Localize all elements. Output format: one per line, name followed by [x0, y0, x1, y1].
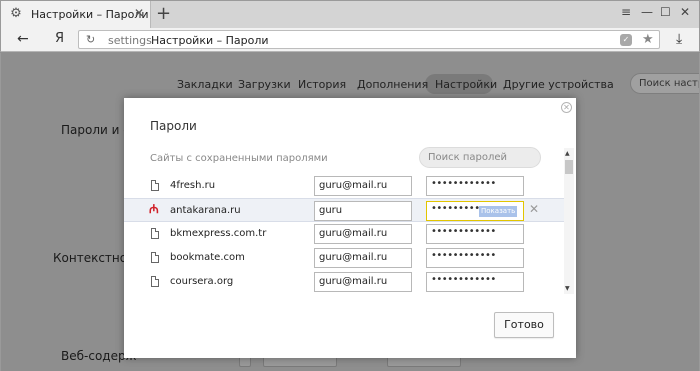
password-field[interactable]: •••••••••••• Показать: [426, 201, 524, 221]
page-icon: [151, 252, 159, 263]
protect-shield-icon[interactable]: ✓: [620, 34, 632, 46]
password-search-input[interactable]: Поиск паролей: [419, 147, 541, 168]
login-value: guru@mail.ru: [319, 180, 388, 191]
back-arrow-icon[interactable]: ←: [17, 31, 29, 47]
site-name: bookmate.com: [170, 252, 245, 263]
settings-search-placeholder: Поиск настро: [639, 78, 699, 89]
tab-settings-passwords[interactable]: ⚙ Настройки – Пароли ✕: [1, 1, 151, 29]
nav-addons[interactable]: Дополнения: [357, 78, 428, 91]
password-field[interactable]: ••••••••••••: [426, 176, 524, 196]
login-field[interactable]: guru@mail.ru: [314, 176, 412, 196]
password-row[interactable]: bookmate.com guru@mail.ru ••••••••••••: [124, 246, 564, 270]
site-name: 4fresh.ru: [170, 180, 216, 191]
address-page-title: Настройки – Пароли: [151, 34, 269, 47]
browser-toolbar: ← Я ↻ settings Настройки – Пароли ✓ ★ ⤓: [0, 28, 700, 52]
yandex-logo-icon[interactable]: Я: [55, 31, 64, 47]
login-value: guru@mail.ru: [319, 228, 388, 239]
login-field[interactable]: guru: [314, 201, 412, 221]
page-icon: [151, 180, 159, 191]
close-window-icon[interactable]: ✕: [680, 5, 690, 19]
site-name: bkmexpress.com.tr: [170, 228, 267, 239]
login-value: guru: [319, 205, 343, 216]
remove-icon[interactable]: ✕: [529, 202, 539, 216]
login-field[interactable]: guru@mail.ru: [314, 224, 412, 244]
password-list: 4fresh.ru guru@mail.ru •••••••••••• ₼ an…: [124, 174, 576, 292]
nav-other-devices[interactable]: Другие устройства: [503, 78, 614, 91]
nav-settings[interactable]: Настройки: [435, 78, 497, 91]
password-value: ••••••••••••: [431, 178, 496, 189]
password-field[interactable]: ••••••••••••: [426, 248, 524, 268]
password-value: ••••••••••••: [431, 226, 496, 237]
tab-title: Настройки – Пароли: [31, 8, 149, 21]
done-button[interactable]: Готово: [494, 312, 554, 338]
nav-history[interactable]: История: [298, 78, 346, 91]
password-row[interactable]: bkmexpress.com.tr guru@mail.ru •••••••••…: [124, 222, 564, 246]
dialog-subtitle: Сайты с сохраненными паролями: [150, 153, 328, 164]
dialog-close-icon[interactable]: ✕: [561, 102, 572, 113]
show-password-button[interactable]: Показать: [479, 206, 518, 217]
settings-search-input[interactable]: Поиск настро: [630, 73, 699, 94]
address-bar[interactable]: ↻ settings Настройки – Пароли ✓ ★: [78, 30, 660, 49]
minimize-icon[interactable]: —: [641, 5, 653, 19]
tab-strip: ⚙ Настройки – Пароли ✕ + ≡ — ☐ ✕: [0, 0, 700, 29]
nav-downloads[interactable]: Загрузки: [238, 78, 291, 91]
address-host: settings: [108, 34, 152, 47]
password-value: ••••••••••••: [431, 250, 496, 261]
password-value: ••••••••••••: [431, 274, 496, 285]
menu-icon[interactable]: ≡: [621, 5, 631, 19]
scroll-up-icon[interactable]: ▲: [565, 150, 570, 157]
gear-icon: ⚙: [10, 6, 22, 21]
site-name: coursera.org: [170, 276, 234, 287]
list-scrollbar[interactable]: ▲ ▼: [564, 148, 574, 294]
site-favicon-icon: ₼: [149, 202, 159, 216]
bookmark-star-icon[interactable]: ★: [642, 32, 654, 47]
page-icon: [151, 228, 159, 239]
dialog-title: Пароли: [150, 119, 197, 133]
tab-close-icon[interactable]: ✕: [134, 6, 144, 20]
downloads-icon[interactable]: ⤓: [676, 31, 682, 47]
reload-icon[interactable]: ↻: [86, 33, 95, 46]
login-value: guru@mail.ru: [319, 276, 388, 287]
login-field[interactable]: guru@mail.ru: [314, 272, 412, 292]
passwords-dialog: ✕ Пароли Сайты с сохраненными паролями П…: [124, 98, 576, 358]
password-row[interactable]: coursera.org guru@mail.ru ••••••••••••: [124, 270, 564, 292]
page-icon: [151, 276, 159, 287]
nav-bookmarks[interactable]: Закладки: [177, 78, 233, 91]
password-field[interactable]: ••••••••••••: [426, 272, 524, 292]
login-field[interactable]: guru@mail.ru: [314, 248, 412, 268]
maximize-icon[interactable]: ☐: [660, 5, 671, 19]
site-name: antakarana.ru: [170, 205, 241, 216]
password-row-selected[interactable]: ₼ antakarana.ru guru •••••••••••• Показа…: [124, 198, 564, 222]
favicon-glyph: ₼: [149, 202, 159, 216]
scroll-down-icon[interactable]: ▼: [565, 285, 570, 292]
new-tab-button[interactable]: +: [156, 4, 171, 24]
scroll-thumb[interactable]: [565, 160, 573, 174]
password-field[interactable]: ••••••••••••: [426, 224, 524, 244]
password-row[interactable]: 4fresh.ru guru@mail.ru ••••••••••••: [124, 174, 564, 198]
login-value: guru@mail.ru: [319, 252, 388, 263]
password-search-placeholder: Поиск паролей: [428, 152, 508, 163]
